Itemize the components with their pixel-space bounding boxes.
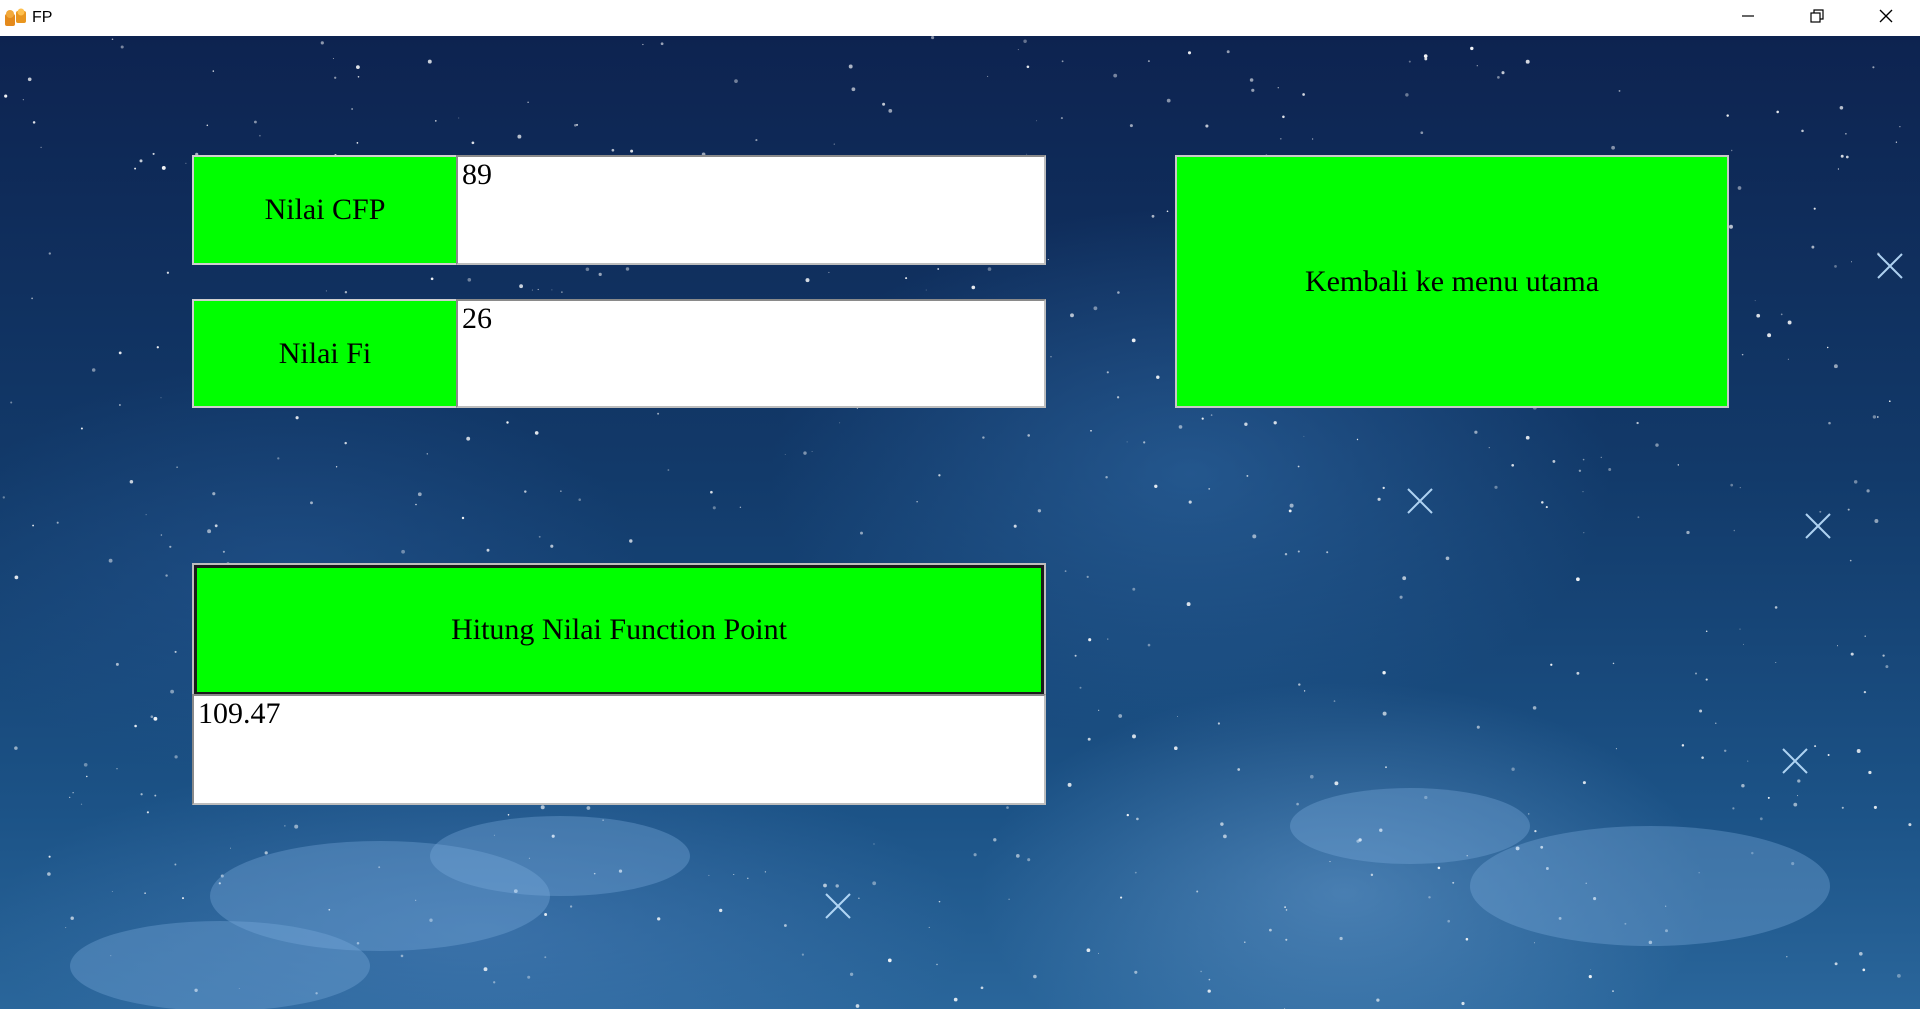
cfp-input[interactable]: 89 xyxy=(456,155,1046,265)
calculate-fp-button[interactable]: Hitung Nilai Function Point xyxy=(192,563,1046,697)
window-title: FP xyxy=(32,9,53,26)
fi-label: Nilai Fi xyxy=(192,299,458,408)
title-bar[interactable]: FP xyxy=(0,0,1920,36)
back-to-main-menu-button[interactable]: Kembali ke menu utama xyxy=(1175,155,1729,408)
app-icon xyxy=(4,8,28,28)
result-output[interactable]: 109.47 xyxy=(192,694,1046,805)
close-icon xyxy=(1878,8,1894,29)
app-window: FP Nilai CFP 89 Nilai Fi 26 Hitung Nilai… xyxy=(0,0,1920,1009)
restore-icon xyxy=(1809,8,1825,29)
restore-button[interactable] xyxy=(1782,0,1851,36)
cfp-label: Nilai CFP xyxy=(192,155,458,265)
close-button[interactable] xyxy=(1851,0,1920,36)
window-controls xyxy=(1713,0,1920,36)
fi-input[interactable]: 26 xyxy=(456,299,1046,408)
minimize-button[interactable] xyxy=(1713,0,1782,36)
minimize-icon xyxy=(1740,8,1756,29)
